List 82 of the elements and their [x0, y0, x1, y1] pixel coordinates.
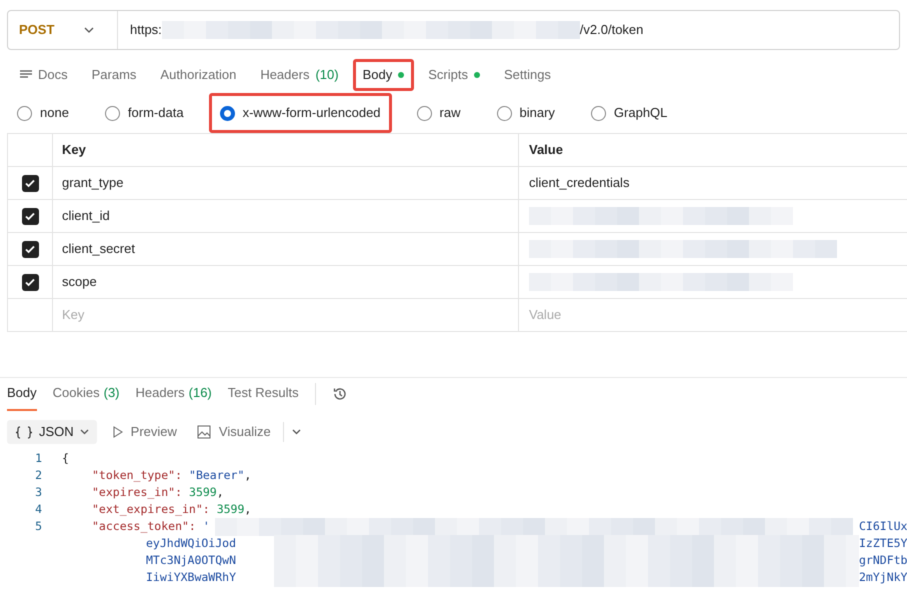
request-tab[interactable]: Scripts: [418, 59, 490, 91]
url-start: https:: [130, 21, 162, 40]
method-dropdown[interactable]: POST: [8, 11, 118, 49]
line-number: 2: [34, 466, 42, 484]
table-cell-text: client_credentials: [529, 174, 630, 192]
url-end: /v2.0/token: [580, 21, 644, 40]
response-tab[interactable]: Cookies (3): [52, 378, 120, 410]
table-cell: grant_type: [53, 167, 519, 199]
body-type-radio[interactable]: GraphQL: [580, 93, 678, 133]
body-type-radio[interactable]: none: [6, 93, 80, 133]
table-cell: client_id: [53, 200, 519, 232]
caret-icon[interactable]: [292, 429, 301, 435]
json-value: 3599: [216, 500, 244, 518]
body-type-radio[interactable]: form-data: [94, 93, 195, 133]
key-field[interactable]: Key: [53, 299, 519, 331]
checkmark-icon: [24, 177, 36, 189]
json-value: IiwiYXBwaWRhY: [145, 568, 238, 586]
checkbox[interactable]: [22, 274, 38, 290]
body-type-radio[interactable]: binary: [486, 93, 566, 133]
response-tab[interactable]: Body: [7, 378, 37, 410]
request-tab[interactable]: Settings: [494, 59, 561, 91]
line-number: 4: [34, 500, 42, 518]
request-tab[interactable]: Docs: [10, 59, 78, 91]
comma: ,: [244, 466, 252, 484]
column-header: Key: [53, 134, 519, 166]
json-value: 2mYjNkY: [859, 568, 907, 586]
request-tab[interactable]: Authorization: [150, 59, 246, 91]
line-number: 1: [34, 450, 42, 467]
json-value: ': [202, 518, 210, 535]
request-tab[interactable]: Params: [82, 59, 146, 91]
response-tab[interactable]: Headers (16): [136, 378, 212, 410]
json-key: "token_type":: [92, 466, 182, 484]
docs-icon: [20, 70, 32, 80]
caret-icon: [84, 27, 94, 33]
count: (16): [188, 384, 212, 402]
radio[interactable]: [496, 106, 512, 120]
comma: ,: [244, 500, 252, 518]
response-tab[interactable]: Test Results: [228, 378, 299, 410]
line-number: 5: [34, 518, 42, 535]
caret-icon: [80, 429, 89, 435]
table-cell: scope: [53, 266, 519, 298]
preview-button[interactable]: Preview: [104, 422, 185, 442]
radio[interactable]: [590, 106, 606, 120]
checkbox[interactable]: [22, 208, 38, 224]
request-tab[interactable]: Body: [352, 59, 414, 91]
history-icon[interactable]: [332, 386, 348, 402]
json-value: 3599: [189, 484, 217, 501]
checkbox[interactable]: [22, 240, 38, 258]
play-icon: [112, 426, 123, 438]
braces-icon: [15, 426, 33, 438]
checkmark-icon: [24, 243, 36, 255]
visualize-button[interactable]: Visualize: [192, 422, 275, 442]
body-type-radio[interactable]: raw: [406, 93, 472, 133]
json-key: "ext_expires_in":: [92, 500, 210, 518]
header-count: (10): [315, 66, 339, 84]
json-value: eyJhdWQiOiJod: [145, 534, 238, 552]
checkbox[interactable]: [22, 174, 38, 192]
comma: ,: [216, 484, 224, 501]
json-value: MTc3NjA0OTQwN: [145, 552, 238, 569]
json-key: "access_token":: [92, 518, 196, 536]
radio[interactable]: [104, 106, 120, 120]
code-text: {: [62, 450, 69, 467]
json-value: "Bearer": [189, 466, 244, 484]
column-header: Value: [528, 141, 564, 160]
json-key: "expires_in":: [92, 484, 182, 502]
count: (3): [104, 384, 120, 402]
format-dropdown[interactable]: JSON: [7, 420, 97, 444]
request-tab[interactable]: Headers (10): [250, 59, 349, 91]
line-number: 3: [34, 484, 42, 501]
radio[interactable]: [17, 106, 32, 120]
image-icon: [196, 425, 211, 439]
json-value: IzZTE5Y: [859, 534, 907, 552]
url-field[interactable]: https: /v2.0/token: [118, 11, 899, 49]
body-type-radio[interactable]: x-www-form-urlencoded: [208, 93, 392, 133]
radio[interactable]: [220, 106, 235, 120]
json-value: grNDFtb: [859, 552, 907, 569]
json-value: CI6IlUx: [859, 518, 907, 535]
radio[interactable]: [416, 106, 432, 120]
value-field[interactable]: Value: [519, 299, 907, 331]
table-cell: client_secret: [53, 233, 519, 265]
checkmark-icon: [24, 210, 36, 222]
checkmark-icon: [24, 276, 36, 288]
